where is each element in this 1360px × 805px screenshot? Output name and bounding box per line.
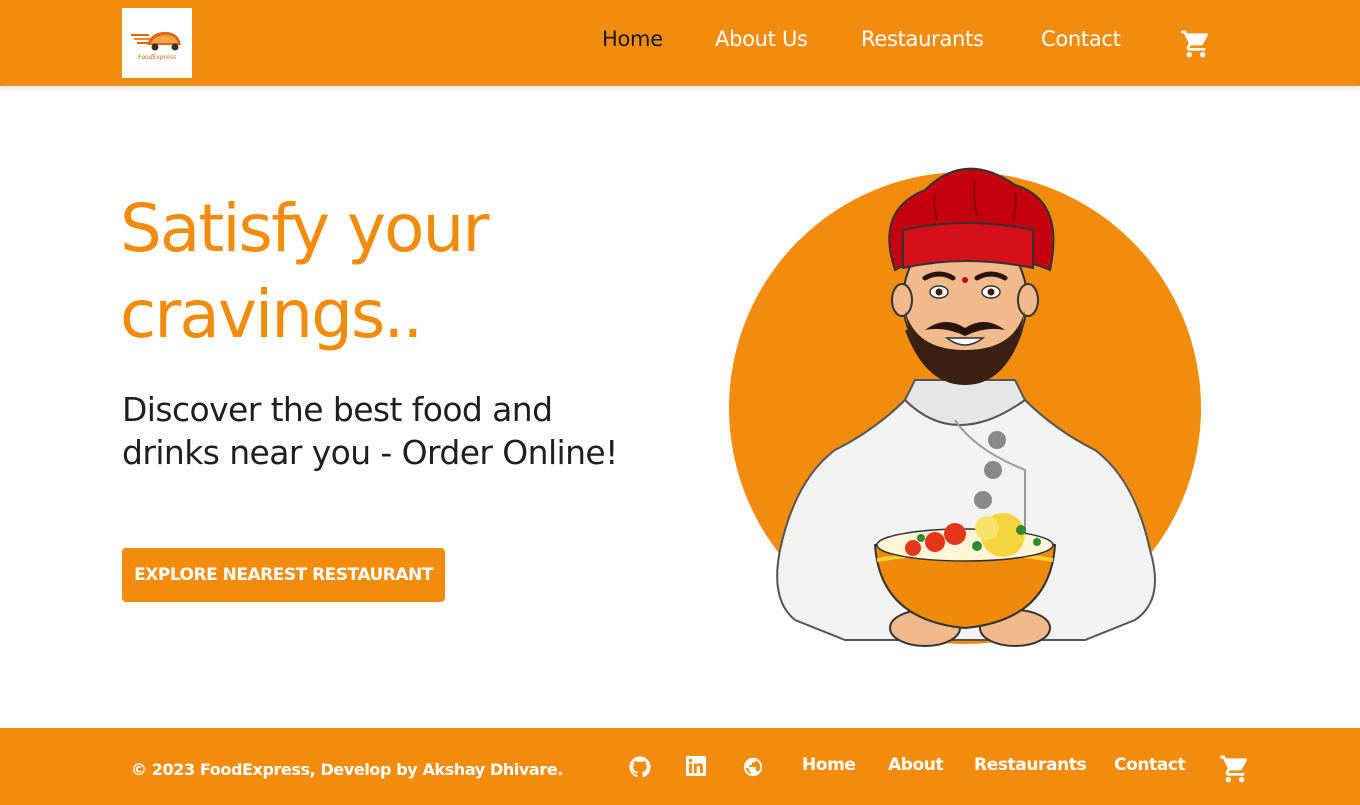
copyright-text: © 2023 FoodExpress, Develop by Akshay Dh…	[131, 760, 563, 779]
footer-link-contact[interactable]: Contact	[1114, 755, 1186, 775]
cart-icon[interactable]	[1219, 753, 1251, 785]
hero-title-line2: cravings..	[120, 276, 423, 353]
footer-link-home[interactable]: Home	[802, 755, 856, 775]
globe-icon[interactable]	[742, 756, 764, 778]
nav-home[interactable]: Home	[602, 27, 663, 51]
footer-link-restaurants[interactable]: Restaurants	[974, 755, 1087, 775]
hero-title: Satisfy your cravings..	[120, 186, 640, 358]
nav-about-us[interactable]: About Us	[715, 27, 808, 51]
chef-illustration	[729, 167, 1201, 647]
nav-restaurants[interactable]: Restaurants	[861, 27, 984, 51]
hero-subtitle: Discover the best food and drinks near y…	[122, 390, 618, 472]
navbar: FoodExpress Home About Us Restaurants Co…	[0, 0, 1360, 86]
linkedin-icon[interactable]	[686, 756, 706, 776]
footer: © 2023 FoodExpress, Develop by Akshay Dh…	[0, 728, 1360, 805]
explore-restaurant-button[interactable]: EXPLORE NEAREST RESTAURANT	[122, 548, 445, 602]
nav-contact[interactable]: Contact	[1041, 27, 1121, 51]
hero-title-line1: Satisfy your	[120, 190, 489, 267]
footer-link-about[interactable]: About	[888, 755, 944, 775]
cart-icon[interactable]	[1180, 28, 1212, 60]
github-icon[interactable]	[629, 756, 651, 778]
main-nav: Home About Us Restaurants Contact	[0, 0, 1360, 86]
